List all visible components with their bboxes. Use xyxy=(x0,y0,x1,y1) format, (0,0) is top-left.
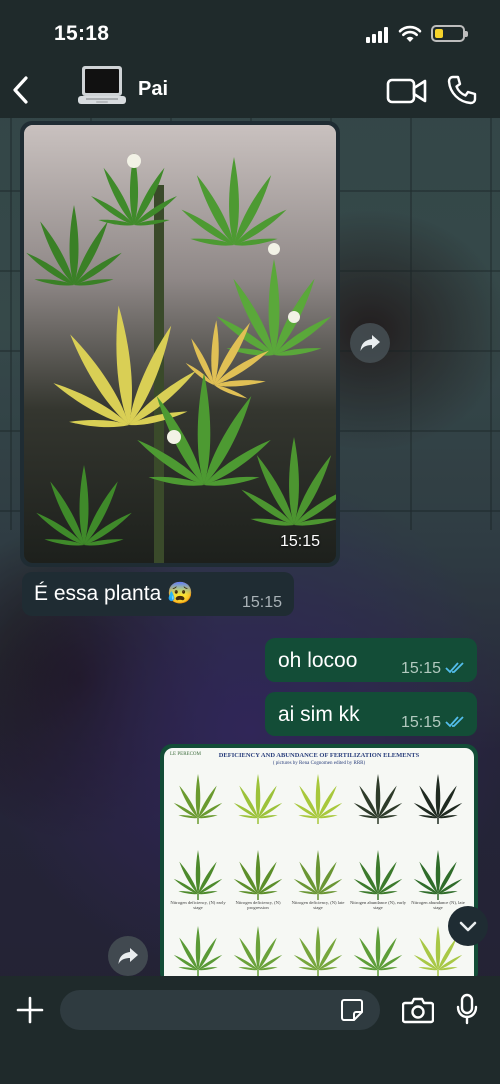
message-text: oh locoo xyxy=(278,649,358,672)
leaf-caption: Nitrogen abundance (N), early stage xyxy=(349,900,407,910)
forward-button[interactable] xyxy=(350,323,390,363)
message-time: 15:15 xyxy=(241,594,282,611)
chart-leaf: Phosphorus deficiency (P), early stage xyxy=(169,920,227,984)
laptop-icon[interactable] xyxy=(76,62,128,114)
message-text: É essa planta 😰 xyxy=(34,582,194,605)
leaf-icon xyxy=(413,774,463,824)
deficiency-chart-photo[interactable]: LE PERECOM DEFICIENCY AND ABUNDANCE OF F… xyxy=(164,748,474,984)
chart-subtitle: ( pictures by Rena Cognomen edited by RR… xyxy=(272,761,366,766)
leaf-icon xyxy=(353,926,403,976)
message-input-bar xyxy=(0,976,500,1084)
forward-button[interactable] xyxy=(108,936,148,976)
read-receipt-icon xyxy=(445,716,464,728)
cellular-signal-icon xyxy=(366,27,392,43)
incoming-image-message[interactable]: 15:15 xyxy=(20,121,340,567)
battery-icon xyxy=(431,25,468,42)
microphone-button[interactable] xyxy=(456,993,478,1025)
leaf-icon xyxy=(173,774,223,824)
chat-header: Pai xyxy=(0,62,500,118)
chart-leaf: Nitrogen abundance (N), late stage xyxy=(409,844,467,914)
leaf-icon xyxy=(413,850,463,900)
leaf-icon xyxy=(293,850,343,900)
scroll-to-bottom-button[interactable] xyxy=(448,906,488,946)
leaf-icon xyxy=(293,774,343,824)
plant-photo[interactable]: 15:15 xyxy=(24,125,336,563)
leaf-caption: Nitrogen deficiency, (N) progression xyxy=(235,900,281,910)
leaf-icon xyxy=(353,850,403,900)
leaf-icon xyxy=(173,850,223,900)
leaf-icon xyxy=(233,926,283,976)
chart-leaf: Phosphorus deficiency (P), late stage xyxy=(289,920,347,984)
leaf-icon xyxy=(233,850,283,900)
message-input[interactable] xyxy=(60,990,380,1030)
wifi-icon xyxy=(398,25,422,42)
message-time: 15:15 xyxy=(279,533,320,550)
message-text: ai sim kk xyxy=(278,703,360,726)
forward-icon xyxy=(360,335,380,351)
chart-leaf xyxy=(229,768,287,838)
outgoing-text-message[interactable]: oh locoo 15:15 xyxy=(265,638,477,682)
leaf-caption: Nitrogen deficiency, (N) early stage xyxy=(170,900,226,910)
attach-plus-button[interactable] xyxy=(16,996,44,1024)
chart-leaf: Nitrogen deficiency, (N) late stage xyxy=(289,844,347,914)
incoming-text-message[interactable]: É essa planta 😰 15:15 xyxy=(22,572,294,616)
camera-button[interactable] xyxy=(402,996,434,1024)
leaf-icon xyxy=(353,774,403,824)
chart-leaf xyxy=(409,768,467,838)
chart-leaf: Potassium deficiency (K), early stage xyxy=(349,920,407,984)
message-time: 15:15 xyxy=(400,714,441,731)
outgoing-text-message[interactable]: ai sim kk 15:15 xyxy=(265,692,477,736)
chart-leaf xyxy=(169,768,227,838)
chart-leaf xyxy=(349,768,407,838)
leaf-icon xyxy=(173,926,223,976)
message-time: 15:15 xyxy=(400,660,441,677)
status-time: 15:18 xyxy=(54,22,110,45)
leaf-caption: Nitrogen deficiency, (N) late stage xyxy=(291,900,345,910)
leaf-icon xyxy=(233,774,283,824)
forward-icon xyxy=(118,948,138,964)
outgoing-image-message[interactable]: LE PERECOM DEFICIENCY AND ABUNDANCE OF F… xyxy=(160,744,478,984)
contact-name[interactable]: Pai xyxy=(138,78,168,101)
sticker-button[interactable] xyxy=(340,998,364,1022)
chart-leaf: Phosphorus deficiency (P), progression xyxy=(229,920,287,984)
chart-leaf xyxy=(289,768,347,838)
voice-call-button[interactable] xyxy=(446,74,478,106)
back-button[interactable] xyxy=(8,72,34,108)
plant-illustration xyxy=(24,125,336,563)
leaf-icon xyxy=(293,926,343,976)
chart-title: DEFICIENCY AND ABUNDANCE OF FERTILIZATIO… xyxy=(218,752,420,759)
chart-leaf: Nitrogen abundance (N), early stage xyxy=(349,844,407,914)
read-receipt-icon xyxy=(445,662,464,674)
chevron-down-icon xyxy=(459,921,477,932)
chart-leaf: Nitrogen deficiency, (N) early stage xyxy=(169,844,227,914)
status-bar: 15:18 xyxy=(0,0,500,62)
video-call-button[interactable] xyxy=(386,76,428,106)
chart-leaf: Nitrogen deficiency, (N) progression xyxy=(229,844,287,914)
